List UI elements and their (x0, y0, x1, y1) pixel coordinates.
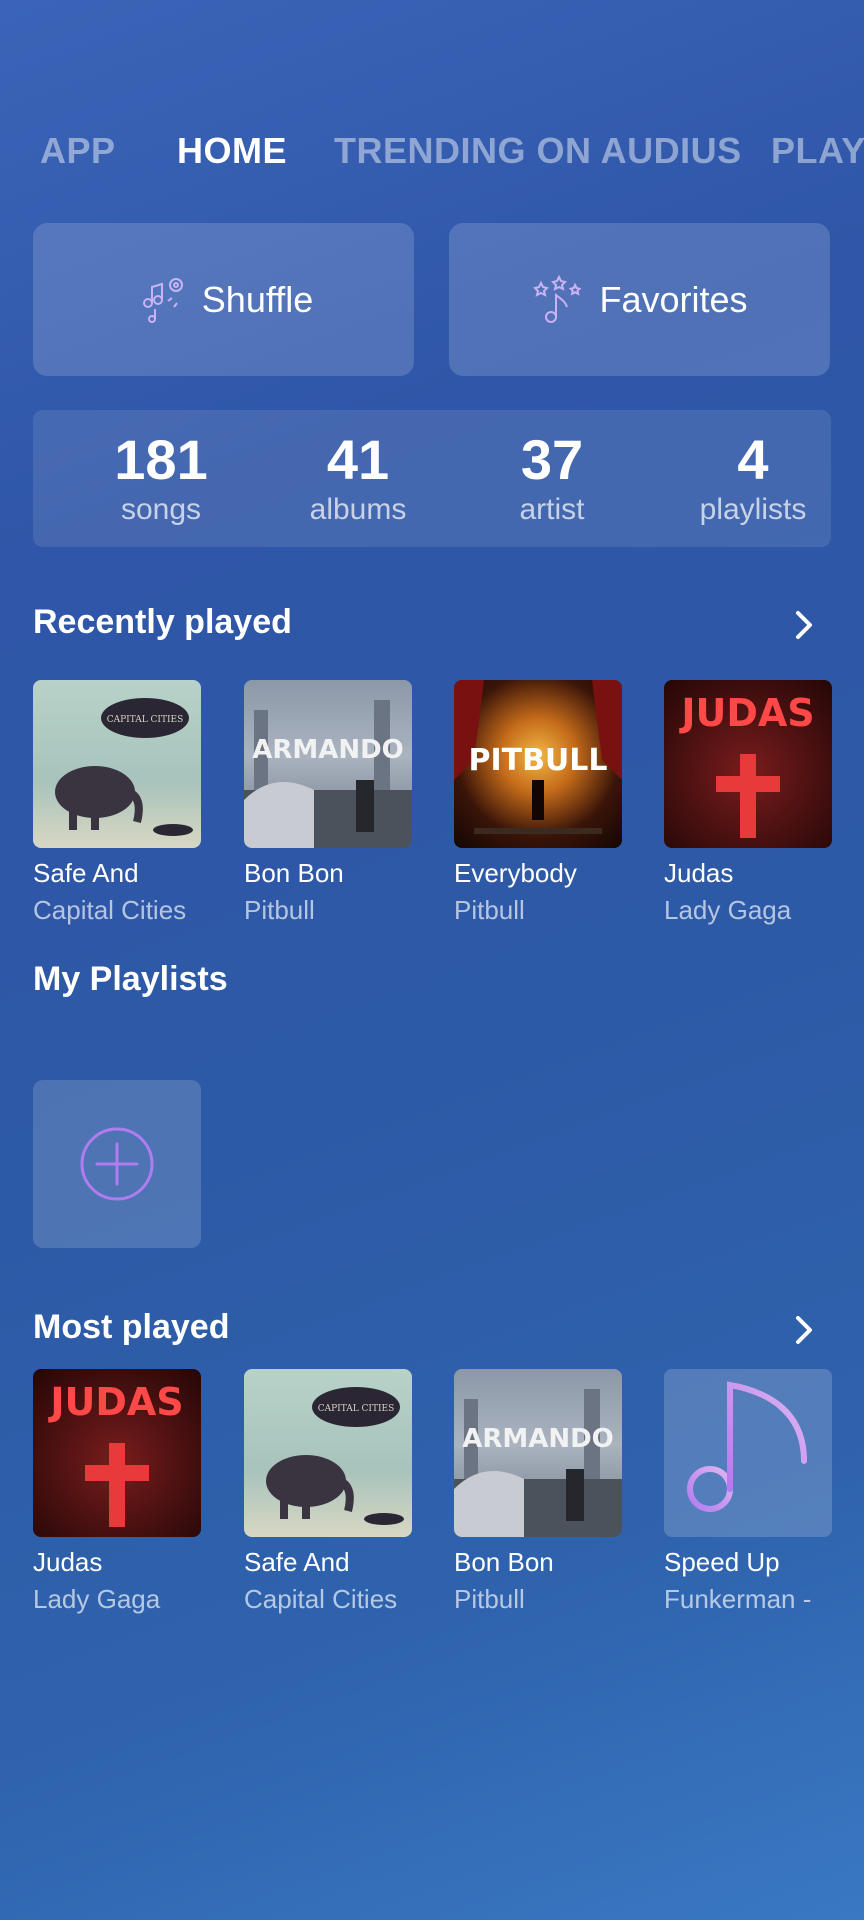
track-title: Speed Up (664, 1547, 780, 1577)
album-art: ARMANDO (454, 1369, 622, 1537)
my-playlists-title: My Playlists (33, 960, 228, 998)
album-art-text: CAPITAL CITIES (318, 1404, 395, 1414)
favorites-music-icon (533, 274, 582, 323)
stat-albums[interactable]: 41 albums (258, 428, 458, 528)
track-artist: Capital Cities (33, 895, 187, 925)
track-title: Safe And (244, 1547, 350, 1577)
album-art: CAPITAL CITIES (33, 680, 201, 848)
recent-card[interactable]: ARMANDO Bon Bon Pitbull (244, 680, 412, 926)
library-stats: 181 songs 41 albums 37 artist 4 playlist… (33, 410, 831, 547)
album-art: JUDAS (33, 1369, 201, 1537)
shuffle-button[interactable]: Shuffle (33, 223, 414, 376)
album-art: PITBULL (454, 680, 622, 848)
track-artist: Lady Gaga (33, 1584, 161, 1614)
album-art-text: JUDAS (47, 1380, 183, 1424)
tab-home[interactable]: HOME (177, 130, 287, 172)
album-art: CAPITAL CITIES (244, 1369, 412, 1537)
track-artist: Lady Gaga (664, 895, 792, 925)
stat-playlists[interactable]: 4 playlists (653, 428, 853, 528)
track-title: Everybody (454, 858, 577, 888)
favorites-button[interactable]: Favorites (449, 223, 830, 376)
chevron-right-icon[interactable] (790, 608, 818, 642)
most-played-card[interactable]: CAPITAL CITIES Safe And Capital Cities (244, 1369, 412, 1615)
favorites-label: Favorites (599, 278, 748, 320)
tab-app[interactable]: APP (40, 130, 116, 172)
most-played-title: Most played (33, 1308, 230, 1346)
album-art-text: PITBULL (468, 743, 607, 778)
album-art: ARMANDO (244, 680, 412, 848)
recent-card[interactable]: CAPITAL CITIES Safe And Capital Cities (33, 680, 201, 926)
tab-playlists[interactable]: PLAY (771, 130, 864, 172)
album-art-text: JUDAS (678, 691, 814, 735)
stat-value: 4 (737, 428, 769, 491)
track-title: Safe And (33, 858, 139, 888)
most-played-card[interactable]: ARMANDO Bon Bon Pitbull (454, 1369, 622, 1615)
track-title: Judas (33, 1547, 103, 1577)
recently-played-title: Recently played (33, 603, 292, 641)
music-note-icon (687, 1381, 807, 1512)
stat-label: playlists (699, 493, 807, 526)
plus-circle-icon (80, 1127, 154, 1201)
stat-artists[interactable]: 37 artist (452, 428, 652, 528)
track-artist: Pitbull (454, 895, 525, 925)
stat-songs[interactable]: 181 songs (61, 428, 261, 528)
track-artist: Pitbull (244, 895, 315, 925)
stat-value: 37 (520, 428, 584, 491)
shuffle-music-icon (142, 277, 183, 323)
tab-trending[interactable]: TRENDING ON AUDIUS (334, 130, 742, 172)
track-artist: Pitbull (454, 1584, 525, 1614)
add-playlist-button[interactable] (33, 1080, 201, 1248)
stat-value: 41 (326, 428, 390, 491)
most-played-card[interactable]: Speed Up Funkerman - (664, 1369, 832, 1615)
chevron-right-icon[interactable] (790, 1313, 818, 1347)
album-art-text: ARMANDO (462, 1424, 614, 1454)
track-title: Judas (664, 858, 734, 888)
album-art-text: ARMANDO (252, 735, 404, 765)
track-artist: Funkerman - (664, 1584, 812, 1614)
album-art-text: CAPITAL CITIES (107, 715, 184, 725)
most-played-card[interactable]: JUDAS Judas Lady Gaga (33, 1369, 201, 1615)
album-art: JUDAS (664, 680, 832, 848)
recent-card[interactable]: PITBULL Everybody Pitbull (454, 680, 622, 926)
shuffle-label: Shuffle (201, 278, 314, 320)
stat-label: albums (309, 493, 407, 526)
stat-label: songs (120, 493, 202, 526)
track-title: Bon Bon (244, 858, 344, 888)
stat-label: artist (519, 493, 585, 526)
recent-card[interactable]: JUDAS Judas Lady Gaga (664, 680, 832, 926)
album-art (664, 1369, 832, 1537)
top-tabs: APP HOME TRENDING ON AUDIUS PLAY (0, 130, 864, 186)
stat-value: 181 (114, 428, 208, 491)
track-artist: Capital Cities (244, 1584, 398, 1614)
track-title: Bon Bon (454, 1547, 554, 1577)
